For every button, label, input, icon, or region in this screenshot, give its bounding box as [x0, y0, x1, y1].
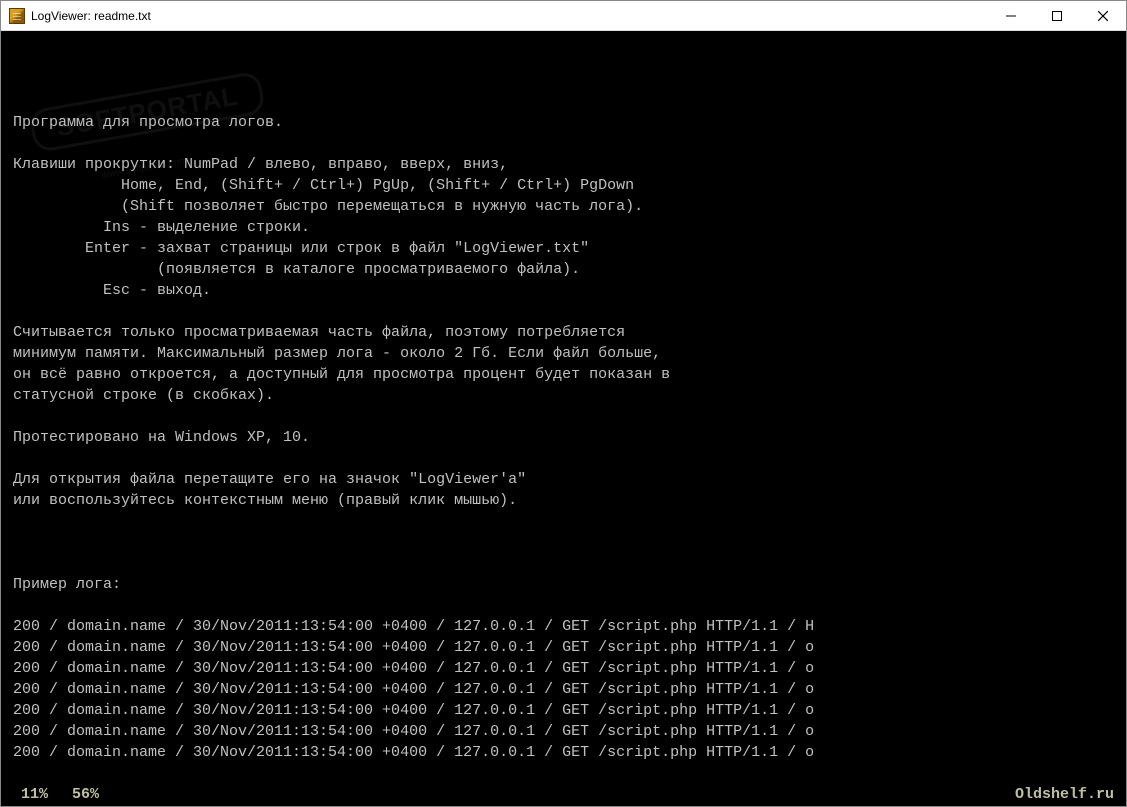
text-line: Пример лога:	[13, 574, 1114, 595]
text-line: (появляется в каталоге просматриваемого …	[13, 259, 1114, 280]
text-line	[13, 133, 1114, 154]
status-bar: 11% 56% Oldshelf.ru	[1, 782, 1126, 806]
text-line	[13, 511, 1114, 532]
text-line	[13, 532, 1114, 553]
text-line: 200 / domain.name / 30/Nov/2011:13:54:00…	[13, 721, 1114, 742]
text-line: Ins - выделение строки.	[13, 217, 1114, 238]
text-line: Home, End, (Shift+ / Ctrl+) PgUp, (Shift…	[13, 175, 1114, 196]
text-line: 200 / domain.name / 30/Nov/2011:13:54:00…	[13, 700, 1114, 721]
text-line: или воспользуйтесь контекстным меню (пра…	[13, 490, 1114, 511]
text-line	[13, 301, 1114, 322]
text-line: 200 / domain.name / 30/Nov/2011:13:54:00…	[13, 637, 1114, 658]
text-line	[13, 595, 1114, 616]
close-button[interactable]	[1080, 1, 1126, 30]
text-line: 200 / domain.name / 30/Nov/2011:13:54:00…	[13, 658, 1114, 679]
text-line	[13, 406, 1114, 427]
text-line: Esc - выход.	[13, 280, 1114, 301]
text-line: 200 / domain.name / 30/Nov/2011:13:54:00…	[13, 679, 1114, 700]
window-controls	[988, 1, 1126, 30]
text-line: минимум памяти. Максимальный размер лога…	[13, 343, 1114, 364]
text-line	[13, 553, 1114, 574]
title-bar[interactable]: LogViewer: readme.txt	[1, 1, 1126, 31]
text-line: 200 / domain.name / 30/Nov/2011:13:54:00…	[13, 616, 1114, 637]
app-icon	[9, 8, 25, 24]
text-line: Для открытия файла перетащите его на зна…	[13, 469, 1114, 490]
status-percent-1: 11%	[21, 786, 48, 803]
text-line: Программа для просмотра логов.	[13, 112, 1114, 133]
text-line	[13, 448, 1114, 469]
window-title: LogViewer: readme.txt	[31, 9, 988, 23]
minimize-button[interactable]	[988, 1, 1034, 30]
text-line: (Shift позволяет быстро перемещаться в н…	[13, 196, 1114, 217]
app-window: LogViewer: readme.txt SOFTPORTAL www.sof…	[0, 0, 1127, 807]
maximize-button[interactable]	[1034, 1, 1080, 30]
text-line: статусной строке (в скобках).	[13, 385, 1114, 406]
text-viewport[interactable]: SOFTPORTAL www.softportal.com Программа …	[1, 31, 1126, 782]
text-line: Протестировано на Windows XP, 10.	[13, 427, 1114, 448]
text-line: Enter - захват страницы или строк в файл…	[13, 238, 1114, 259]
status-percent-2: 56%	[72, 786, 99, 803]
text-line: Считывается только просматриваемая часть…	[13, 322, 1114, 343]
text-line: он всё равно откроется, а доступный для …	[13, 364, 1114, 385]
text-line: 200 / domain.name / 30/Nov/2011:13:54:00…	[13, 742, 1114, 763]
text-line: Клавиши прокрутки: NumPad / влево, вправ…	[13, 154, 1114, 175]
status-right: Oldshelf.ru	[1015, 786, 1114, 803]
